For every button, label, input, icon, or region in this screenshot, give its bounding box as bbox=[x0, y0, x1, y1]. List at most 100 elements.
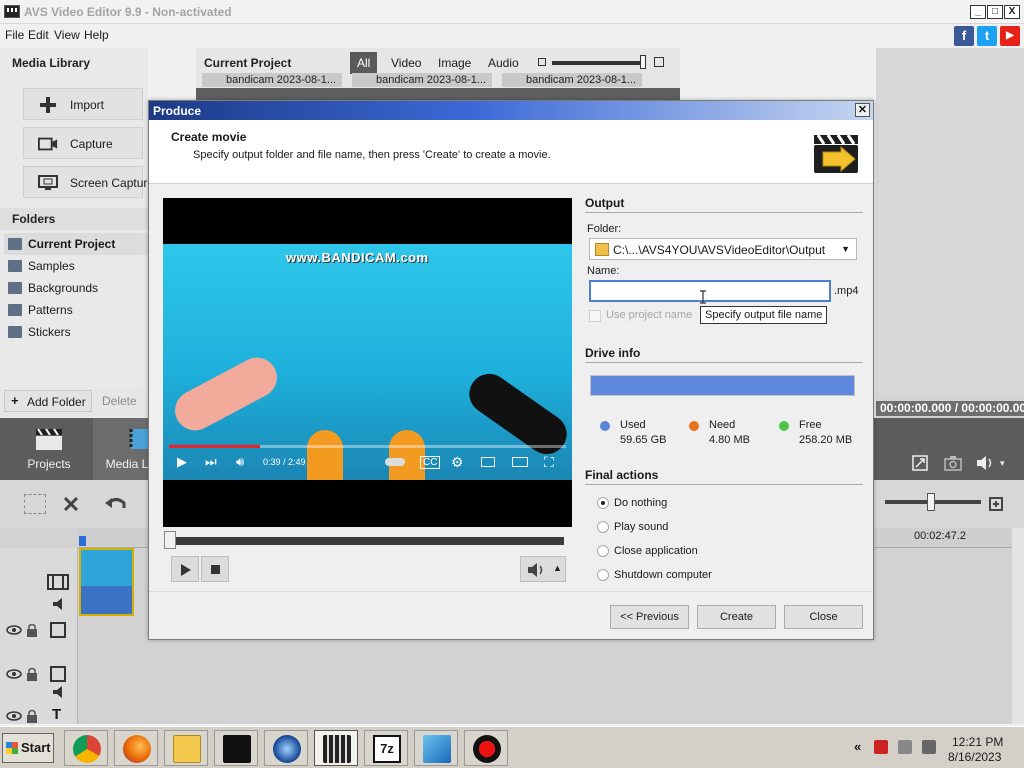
system-tray: « 12:21 PM 8/16/2023 bbox=[848, 730, 1020, 766]
menu-view[interactable]: View bbox=[54, 28, 80, 42]
radio-shutdown-computer[interactable]: Shutdown computer bbox=[597, 568, 797, 584]
add-folder-label: Add Folder bbox=[27, 395, 86, 409]
capture-label: Capture bbox=[70, 137, 113, 151]
timeline-scrollbar[interactable] bbox=[1012, 528, 1024, 724]
eye-icon[interactable] bbox=[6, 711, 22, 721]
folder-samples[interactable]: Samples bbox=[4, 255, 148, 277]
chrome-app[interactable] bbox=[64, 730, 108, 766]
radio-play-sound[interactable]: Play sound bbox=[597, 520, 797, 536]
snapshot-icon[interactable] bbox=[944, 455, 962, 471]
import-button[interactable]: Import bbox=[23, 88, 143, 120]
speaker-icon[interactable] bbox=[52, 598, 68, 610]
menu-file[interactable]: File bbox=[5, 28, 24, 42]
playhead-marker[interactable] bbox=[79, 536, 86, 546]
clapperboard-icon bbox=[36, 428, 62, 450]
explorer-app[interactable] bbox=[164, 730, 208, 766]
folder-icon bbox=[8, 282, 22, 294]
miniplayer-icon bbox=[481, 457, 495, 467]
clip-thumbnail[interactable]: bandicam 2023-08-1... bbox=[202, 73, 342, 87]
tray-security-icon[interactable] bbox=[874, 740, 888, 754]
clock-date[interactable]: 8/16/2023 bbox=[948, 750, 1001, 764]
file-name-tooltip: Specify output file name bbox=[700, 306, 828, 324]
output-file-name-input[interactable] bbox=[589, 280, 831, 302]
twitter-icon[interactable]: t bbox=[977, 26, 997, 46]
filter-tab-image[interactable]: Image bbox=[431, 52, 478, 74]
delete-folder-button[interactable]: Delete bbox=[98, 390, 148, 412]
close-button[interactable]: Close bbox=[784, 605, 863, 629]
filter-tab-all[interactable]: All bbox=[350, 52, 378, 74]
avs-video-editor-app[interactable] bbox=[314, 730, 358, 766]
output-folder-select[interactable]: C:\...\AVS4YOU\AVSVideoEditor\Output ▼ bbox=[589, 238, 857, 260]
title-bar: AVS Video Editor 9.9 - Non-activated _ □… bbox=[0, 0, 1024, 24]
clip-thumbnail[interactable]: bandicam 2023-08-1... bbox=[502, 73, 642, 87]
close-window-button[interactable]: X bbox=[1004, 5, 1020, 19]
start-button[interactable]: Start bbox=[2, 733, 54, 763]
output-section-title: Output bbox=[585, 196, 625, 210]
speaker-icon[interactable] bbox=[52, 686, 68, 698]
minimize-button[interactable]: _ bbox=[970, 5, 986, 19]
radio-do-nothing[interactable]: Do nothing bbox=[597, 496, 797, 512]
large-thumbnail-icon[interactable] bbox=[654, 57, 664, 67]
preview-seek-bar[interactable] bbox=[167, 537, 564, 545]
firefox-icon bbox=[123, 735, 151, 763]
media-player-app[interactable] bbox=[264, 730, 308, 766]
volume-icon[interactable] bbox=[976, 455, 996, 471]
folder-label: Backgrounds bbox=[28, 281, 99, 295]
lock-icon[interactable] bbox=[26, 623, 38, 637]
movie-preview: www.BANDICAM.com ▶ ⏭ 🔊︎ 0:39 / 2:49 CC ⚙… bbox=[163, 198, 572, 527]
eye-icon[interactable] bbox=[6, 669, 22, 679]
7zip-app[interactable]: 7z bbox=[364, 730, 408, 766]
small-thumbnail-icon[interactable] bbox=[538, 58, 546, 66]
bandicam-app[interactable] bbox=[214, 730, 258, 766]
clock-time[interactable]: 12:21 PM bbox=[952, 735, 1003, 749]
fullscreen-icon[interactable] bbox=[912, 455, 928, 471]
folder-patterns[interactable]: Patterns bbox=[4, 299, 148, 321]
screen-capture-button[interactable]: Screen Capture bbox=[23, 166, 154, 198]
zoom-slider-thumb[interactable] bbox=[927, 493, 935, 511]
menu-edit[interactable]: Edit bbox=[28, 28, 49, 42]
volume-dropdown-icon[interactable]: ▾ bbox=[1000, 458, 1005, 469]
undo-icon[interactable] bbox=[104, 494, 128, 514]
timeline-video-clip[interactable] bbox=[79, 548, 134, 616]
facebook-icon[interactable]: f bbox=[954, 26, 974, 46]
add-folder-button[interactable]: + Add Folder bbox=[4, 390, 92, 412]
text-cursor-icon bbox=[700, 290, 706, 304]
filter-tab-audio[interactable]: Audio bbox=[481, 52, 526, 74]
menu-help[interactable]: Help bbox=[84, 28, 109, 42]
use-project-name-checkbox[interactable]: Use project name bbox=[589, 308, 709, 324]
lock-icon[interactable] bbox=[26, 667, 38, 681]
filter-tab-video[interactable]: Video bbox=[384, 52, 428, 74]
storyboard-icon[interactable] bbox=[24, 494, 46, 514]
fit-timeline-icon[interactable] bbox=[988, 496, 1004, 512]
clip-thumbnail[interactable]: bandicam 2023-08-1... bbox=[352, 73, 492, 87]
maximize-button[interactable]: □ bbox=[987, 5, 1003, 19]
preview-volume-button[interactable]: ▲ bbox=[520, 556, 566, 582]
stop-icon bbox=[211, 565, 220, 574]
lock-icon[interactable] bbox=[26, 709, 38, 723]
folder-backgrounds[interactable]: Backgrounds bbox=[4, 277, 148, 299]
slider-thumb[interactable] bbox=[640, 55, 646, 69]
free-label: Free bbox=[799, 419, 822, 431]
radio-close-application[interactable]: Close application bbox=[597, 544, 797, 560]
tray-volume-icon[interactable] bbox=[922, 740, 936, 754]
recorder-app[interactable] bbox=[464, 730, 508, 766]
thumbnail-size-slider[interactable] bbox=[552, 61, 644, 65]
seek-thumb[interactable] bbox=[164, 531, 176, 549]
video-app[interactable] bbox=[414, 730, 458, 766]
tab-projects[interactable]: Projects bbox=[0, 418, 98, 480]
eye-icon[interactable] bbox=[6, 625, 22, 635]
video-editor-icon bbox=[423, 735, 451, 763]
previous-button[interactable]: << Previous bbox=[610, 605, 689, 629]
firefox-app[interactable] bbox=[114, 730, 158, 766]
tray-network-icon[interactable] bbox=[898, 740, 912, 754]
create-button[interactable]: Create bbox=[697, 605, 776, 629]
delete-icon[interactable] bbox=[62, 495, 80, 513]
play-button[interactable] bbox=[171, 556, 199, 582]
capture-button[interactable]: Capture bbox=[23, 127, 143, 159]
youtube-icon[interactable]: ▶ bbox=[1000, 26, 1020, 46]
folder-current-project[interactable]: Current Project bbox=[4, 233, 148, 255]
tray-expand-icon[interactable]: « bbox=[854, 739, 861, 754]
stop-button[interactable] bbox=[201, 556, 229, 582]
dialog-close-icon[interactable]: ✕ bbox=[855, 103, 870, 117]
folder-stickers[interactable]: Stickers bbox=[4, 321, 148, 343]
